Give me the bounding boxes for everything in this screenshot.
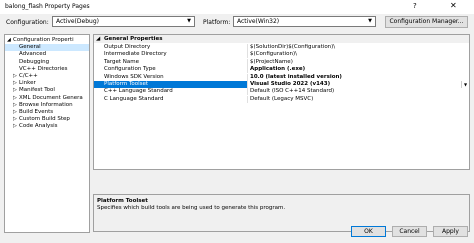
property-value: 10.0 (latest installed version) — [250, 73, 342, 80]
property-name: Platform Toolset — [104, 81, 149, 87]
column-divider — [247, 66, 248, 74]
chevron-down-icon: ▼ — [368, 18, 372, 24]
property-row[interactable]: Intermediate Directory $(Configuration)\ — [94, 51, 469, 59]
tree-item-label: Advanced — [19, 51, 47, 58]
expand-icon[interactable]: ▷ — [13, 95, 17, 102]
property-grid[interactable]: ◢ General Properties Output Directory $(S… — [93, 34, 470, 170]
ok-button[interactable]: OK — [351, 226, 386, 237]
property-name: C++ Language Standard — [104, 88, 173, 95]
property-value[interactable]: Visual Studio 2022 (v143) — [248, 81, 461, 88]
description-title: Platform Toolset — [97, 198, 148, 204]
property-value: $(Configuration)\ — [250, 51, 297, 58]
column-divider — [247, 51, 248, 59]
property-name: C Language Standard — [104, 95, 164, 102]
column-divider — [247, 58, 248, 66]
property-row[interactable]: C++ Language Standard Default (ISO C++14 … — [94, 88, 469, 96]
property-row[interactable]: Windows SDK Version 10.0 (latest installe… — [94, 73, 469, 81]
section-header[interactable]: ◢ General Properties — [94, 35, 469, 43]
platform-value: Active(Win32) — [237, 18, 280, 25]
property-name: Target Name — [104, 58, 139, 65]
property-row[interactable]: Configuration Type Application (.exe) — [94, 66, 469, 74]
section-title: General Properties — [104, 36, 163, 42]
tree-item-label: XML Document Genera — [19, 94, 83, 101]
property-row[interactable]: Output Directory $(SolutionDir)$(Configur… — [94, 44, 469, 51]
property-tree[interactable]: ◢ Configuration Properti General Advanced De… — [4, 34, 90, 233]
tree-item-label: General — [19, 44, 41, 51]
title-bar: balong_flash Property Pages ? ✕ — [0, 0, 474, 14]
tree-item-label: Configuration Properti — [13, 37, 74, 43]
chevron-down-icon: ▼ — [187, 18, 191, 24]
expand-icon[interactable]: ▷ — [13, 123, 17, 130]
tree-item[interactable]: ▷ C/C++ — [5, 73, 89, 80]
platform-label: Platform: — [203, 19, 231, 26]
configuration-label: Configuration: — [6, 19, 49, 26]
tree-item[interactable]: ▷ Custom Build Step — [5, 116, 89, 123]
tree-item[interactable]: ▷ XML Document Genera — [5, 95, 89, 102]
property-value: Application (.exe) — [250, 66, 306, 73]
property-value: Default (ISO C++14 Standard) — [250, 88, 335, 95]
tree-item-label: VC++ Directories — [19, 65, 68, 72]
property-value: $(SolutionDir)$(Configuration)\ — [250, 44, 336, 50]
tree-item[interactable]: VC++ Directories — [5, 66, 89, 73]
property-name: Configuration Type — [104, 66, 156, 73]
property-row[interactable]: Target Name $(ProjectName) — [94, 58, 469, 66]
property-name: Windows SDK Version — [104, 73, 164, 80]
property-name: Output Directory — [104, 44, 151, 50]
tree-item-label: Browse Information — [19, 101, 73, 108]
close-icon[interactable]: ✕ — [450, 1, 457, 10]
property-row[interactable]: Platform Toolset Visual Studio 2022 (v143… — [94, 81, 469, 88]
property-name: Intermediate Directory — [104, 51, 167, 58]
chevron-down-icon[interactable]: ▼ — [461, 81, 469, 88]
column-divider — [247, 95, 248, 103]
tree-item[interactable]: ▷ Code Analysis — [5, 123, 89, 130]
platform-dropdown[interactable]: Active(Win32) ▼ — [233, 16, 376, 27]
configuration-dropdown[interactable]: Active(Debug) ▼ — [52, 16, 195, 27]
expand-icon[interactable]: ▷ — [13, 80, 17, 87]
column-divider — [247, 44, 248, 51]
tree-item-label: Manifest Tool — [19, 87, 55, 94]
tree-item[interactable]: ▷ Linker — [5, 80, 89, 87]
tree-item[interactable]: ▷ Browse Information — [5, 102, 89, 109]
tree-item-label: Linker — [19, 80, 36, 87]
column-divider — [247, 88, 248, 96]
expand-icon[interactable]: ▷ — [13, 116, 17, 123]
tree-item[interactable]: Debugging — [5, 59, 89, 66]
cancel-button[interactable]: Cancel — [392, 226, 427, 237]
property-value: $(ProjectName) — [250, 58, 293, 65]
configuration-manager-button[interactable]: Configuration Manager... — [385, 16, 468, 28]
tree-item[interactable]: General — [5, 44, 89, 52]
apply-button[interactable]: Apply — [433, 226, 468, 237]
property-pages-window: balong_flash Property Pages ? ✕ Configur… — [0, 0, 474, 243]
tree-item-label: Custom Build Step — [19, 116, 70, 123]
tree-item-label: Debugging — [19, 58, 50, 65]
tree-item-label: C/C++ — [19, 73, 38, 79]
tree-item[interactable]: Advanced — [5, 51, 89, 58]
collapse-icon[interactable]: ◢ — [96, 36, 100, 42]
expand-icon[interactable]: ▷ — [13, 109, 17, 116]
property-row[interactable]: C Language Standard Default (Legacy MSVC) — [94, 95, 469, 103]
help-icon[interactable]: ? — [413, 2, 417, 10]
expand-icon[interactable]: ▷ — [13, 73, 17, 80]
configuration-value: Active(Debug) — [56, 18, 99, 25]
tree-item-label: Build Events — [19, 109, 54, 115]
column-divider — [247, 73, 248, 81]
expand-icon[interactable]: ▷ — [13, 102, 17, 109]
tree-item[interactable]: ▷ Manifest Tool — [5, 87, 89, 94]
property-value: Default (Legacy MSVC) — [250, 95, 314, 102]
description-text: Specifies which build tools are being us… — [97, 205, 286, 211]
expanded-icon[interactable]: ◢ — [7, 37, 11, 44]
tree-item-label: Code Analysis — [19, 123, 58, 130]
tree-item[interactable]: ◢ Configuration Properti — [5, 37, 89, 44]
tree-item[interactable]: ▷ Build Events — [5, 109, 89, 116]
window-title: balong_flash Property Pages — [5, 3, 90, 10]
expand-icon[interactable]: ▷ — [13, 87, 17, 94]
